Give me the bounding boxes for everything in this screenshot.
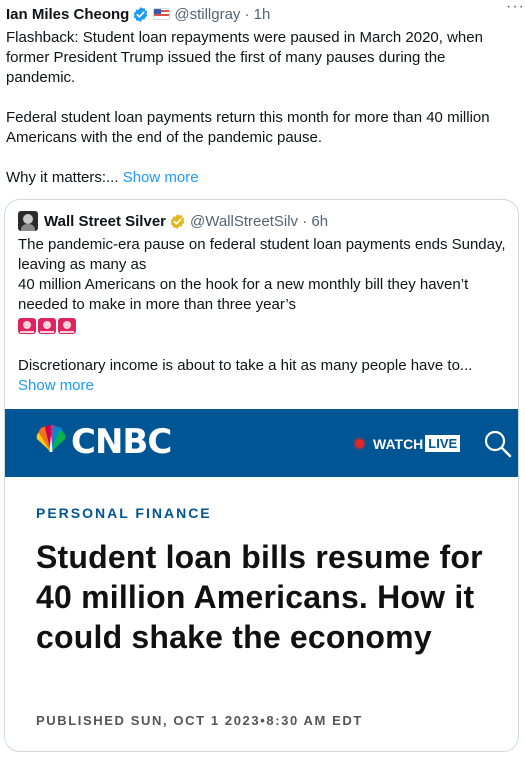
cnbc-header-bar[interactable]: CNBC WATCH LIVE [5, 409, 518, 477]
quote-line: 40 million Americans on the hook for a n… [18, 276, 469, 313]
siren-emoji-row [18, 316, 508, 336]
watch-label: WATCH [373, 435, 424, 452]
tweet-teaser: Why it matters:... [6, 169, 119, 186]
tweet-text: Flashback: Student loan repayments were … [6, 28, 511, 188]
quote-author-handle[interactable]: @WallStreetSilv · 6h [190, 213, 328, 230]
tweet[interactable]: Ian Miles Cheong @stillgray · 1h ··· Fla… [0, 0, 525, 757]
quote-show-more-link[interactable]: Show more [18, 377, 94, 394]
siren-icon [38, 318, 56, 334]
siren-icon [18, 318, 36, 334]
article-headline[interactable]: Student loan bills resume for 40 million… [36, 537, 506, 657]
tweet-header: Ian Miles Cheong @stillgray · 1h [6, 4, 515, 24]
article-published-date: PUBLISHED SUN, OCT 1 2023•8:30 AM EDT [36, 713, 363, 728]
live-badge: LIVE [425, 435, 461, 452]
article-section[interactable]: PERSONAL FINANCE [36, 505, 212, 521]
avatar[interactable] [18, 211, 38, 231]
flag-icon [153, 8, 171, 20]
search-icon[interactable] [483, 429, 513, 459]
tweet-paragraph: Why it matters:... Show more [6, 168, 511, 188]
quote-header: Wall Street Silver @WallStreetSilv · 6h [18, 211, 328, 231]
author-handle[interactable]: @stillgray [174, 6, 240, 23]
author-name[interactable]: Ian Miles Cheong [6, 6, 129, 23]
quote-paragraph: Discretionary income is about to take a … [18, 356, 508, 396]
verified-gold-badge-icon [170, 213, 185, 229]
siren-icon [58, 318, 76, 334]
article-card[interactable]: PERSONAL FINANCE Student loan bills resu… [5, 477, 518, 751]
watch-live-button[interactable]: WATCH LIVE [355, 435, 461, 452]
quote-line: The pandemic-era pause on federal studen… [18, 236, 506, 273]
quote-text: The pandemic-era pause on federal studen… [18, 235, 508, 396]
live-dot-icon [355, 439, 364, 448]
show-more-link[interactable]: Show more [123, 169, 199, 186]
verified-badge-icon [134, 6, 148, 22]
tweet-paragraph: Federal student loan payments return thi… [6, 109, 490, 146]
tweet-paragraph: Flashback: Student loan repayments were … [6, 29, 483, 86]
quote-author-name[interactable]: Wall Street Silver [44, 213, 166, 230]
cnbc-wordmark[interactable]: CNBC [71, 425, 172, 459]
more-options-icon[interactable]: ··· [506, 0, 525, 16]
quoted-tweet[interactable]: Wall Street Silver @WallStreetSilv · 6h … [4, 199, 519, 752]
peacock-logo-icon [36, 425, 66, 452]
tweet-time[interactable]: · 1h [244, 6, 270, 23]
quote-teaser: Discretionary income is about to take a … [18, 357, 473, 374]
